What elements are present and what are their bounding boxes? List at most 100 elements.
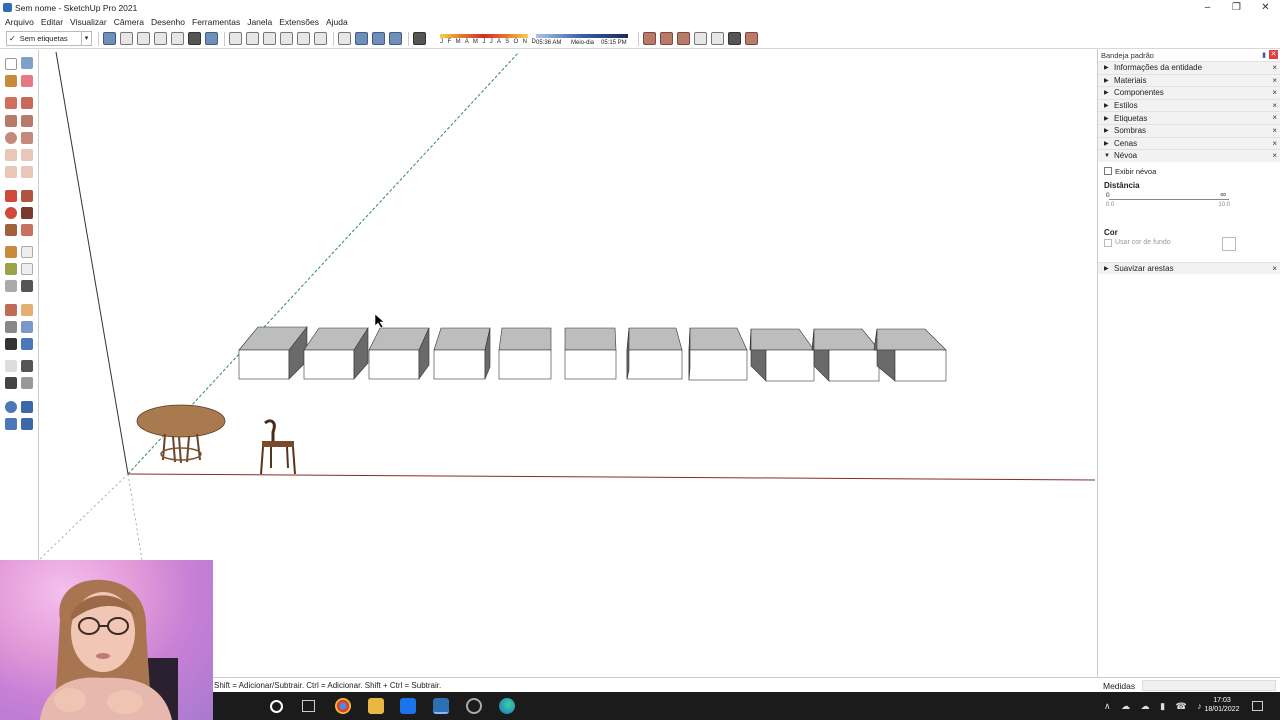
panel-scenes[interactable]: ▶ Cenas × — [1098, 136, 1280, 150]
chevron-down-icon[interactable]: ▾ — [81, 32, 91, 45]
rotated-rectangle-icon[interactable] — [21, 115, 33, 127]
close-button[interactable]: ✕ — [1251, 0, 1280, 15]
panel-shadows[interactable]: ▶ Sombras × — [1098, 123, 1280, 137]
close-icon[interactable]: × — [1272, 101, 1277, 110]
menu-ferramentas[interactable]: Ferramentas — [192, 17, 240, 27]
pan-icon[interactable] — [21, 304, 33, 316]
close-icon[interactable]: × — [1272, 63, 1277, 72]
box-6[interactable] — [564, 327, 617, 380]
chrome-icon[interactable] — [335, 698, 351, 714]
dimension-icon[interactable] — [21, 246, 33, 258]
move-icon[interactable] — [5, 190, 17, 202]
shadows-toggle-icon[interactable] — [413, 32, 426, 45]
layout-icon[interactable] — [5, 418, 17, 430]
box-11[interactable] — [873, 328, 947, 382]
fog-color-swatch[interactable] — [1222, 236, 1236, 251]
box-3[interactable] — [368, 327, 430, 380]
chair-model[interactable] — [260, 419, 296, 475]
extension-manager-icon[interactable] — [21, 418, 33, 430]
menu-ajuda[interactable]: Ajuda — [326, 17, 348, 27]
menu-arquivo[interactable]: Arquivo — [5, 17, 34, 27]
close-icon[interactable]: × — [1272, 88, 1277, 97]
shaded-textures-icon[interactable] — [188, 32, 201, 45]
close-icon[interactable]: × — [1272, 139, 1277, 148]
text-icon[interactable] — [21, 263, 33, 275]
shaded-icon[interactable] — [171, 32, 184, 45]
look-around-icon[interactable] — [21, 360, 33, 372]
select-tool-icon[interactable] — [5, 58, 17, 70]
box-8[interactable] — [688, 327, 748, 381]
close-icon[interactable]: × — [1272, 151, 1277, 160]
show-fog-checkbox[interactable] — [1104, 167, 1112, 176]
panel-tags[interactable]: ▶ Etiquetas × — [1098, 111, 1280, 124]
offset-icon[interactable] — [21, 224, 33, 236]
zoom-icon[interactable] — [5, 321, 17, 333]
panel-entity-info[interactable]: ▶ Informações da entidade × — [1098, 61, 1280, 74]
protractor-icon[interactable] — [5, 263, 17, 275]
zoom-window-icon[interactable] — [21, 321, 33, 333]
add-detail-icon[interactable] — [728, 32, 741, 45]
box-4[interactable] — [433, 327, 491, 380]
sandbox-from-scratch-icon[interactable] — [660, 32, 673, 45]
drape-icon[interactable] — [711, 32, 724, 45]
notifications-icon[interactable] — [1252, 701, 1263, 711]
close-icon[interactable]: ✕ — [1269, 50, 1278, 59]
taskbar-clock[interactable]: 17:03 18/01/2022 — [1198, 696, 1246, 714]
section-plane-icon[interactable] — [338, 32, 351, 45]
back-view-icon[interactable] — [297, 32, 310, 45]
box-5[interactable] — [498, 327, 552, 380]
close-icon[interactable]: × — [1272, 264, 1277, 273]
previous-view-icon[interactable] — [21, 338, 33, 350]
panel-materials[interactable]: ▶ Materiais × — [1098, 73, 1280, 87]
measurements-input[interactable] — [1142, 680, 1276, 691]
position-camera-icon[interactable] — [5, 360, 17, 372]
polygon-icon[interactable] — [21, 132, 33, 144]
xray-icon[interactable] — [103, 32, 116, 45]
two-point-arc-icon[interactable] — [21, 149, 33, 161]
edge-icon[interactable] — [499, 698, 515, 714]
shadow-time-slider[interactable]: J F M A M J J A S O N D 05:36 AM Meio-di… — [436, 30, 632, 48]
back-edges-icon[interactable] — [120, 32, 133, 45]
sketchup-taskbar-icon[interactable] — [433, 698, 449, 714]
wireframe-icon[interactable] — [137, 32, 150, 45]
panel-soften-edges[interactable]: ▶ Suavizar arestas × — [1098, 261, 1280, 275]
hidden-line-icon[interactable] — [154, 32, 167, 45]
panel-styles[interactable]: ▶ Estilos × — [1098, 98, 1280, 112]
sandbox-from-contours-icon[interactable] — [643, 32, 656, 45]
close-icon[interactable]: × — [1272, 113, 1277, 122]
tag-selector[interactable]: ✓ Sem etiquetas ▾ — [6, 31, 92, 46]
paint-bucket-icon[interactable] — [5, 75, 17, 87]
monochrome-icon[interactable] — [205, 32, 218, 45]
show-fog-row[interactable]: Exibir névoa — [1104, 167, 1274, 176]
box-9[interactable] — [749, 328, 815, 382]
display-section-planes-icon[interactable] — [355, 32, 368, 45]
menu-desenho[interactable]: Desenho — [151, 17, 185, 27]
front-view-icon[interactable] — [263, 32, 276, 45]
circle-icon[interactable] — [5, 132, 17, 144]
make-component-icon[interactable] — [21, 57, 33, 69]
right-view-icon[interactable] — [280, 32, 293, 45]
menu-extensoes[interactable]: Extensões — [279, 17, 319, 27]
slider-track[interactable] — [1109, 198, 1229, 200]
box-10[interactable] — [811, 328, 880, 382]
display-section-cuts-icon[interactable] — [372, 32, 385, 45]
panel-fog[interactable]: ▼ Névoa × — [1098, 149, 1280, 162]
search-icon[interactable] — [270, 700, 283, 713]
stamp-icon[interactable] — [694, 32, 707, 45]
minimize-button[interactable]: – — [1193, 0, 1222, 15]
task-view-icon[interactable] — [302, 700, 315, 712]
section-fill-icon[interactable] — [389, 32, 402, 45]
rotate-icon[interactable] — [5, 207, 17, 219]
left-view-icon[interactable] — [314, 32, 327, 45]
menu-visualizar[interactable]: Visualizar — [70, 17, 107, 27]
menu-janela[interactable]: Janela — [247, 17, 272, 27]
iso-view-icon[interactable] — [229, 32, 242, 45]
menu-editar[interactable]: Editar — [41, 17, 63, 27]
scale-icon[interactable] — [5, 224, 17, 236]
push-pull-icon[interactable] — [21, 190, 33, 202]
top-view-icon[interactable] — [246, 32, 259, 45]
box-7[interactable] — [626, 327, 683, 380]
3d-text-icon[interactable] — [21, 280, 33, 292]
eraser-icon[interactable] — [21, 75, 33, 87]
arc-icon[interactable] — [5, 149, 17, 161]
